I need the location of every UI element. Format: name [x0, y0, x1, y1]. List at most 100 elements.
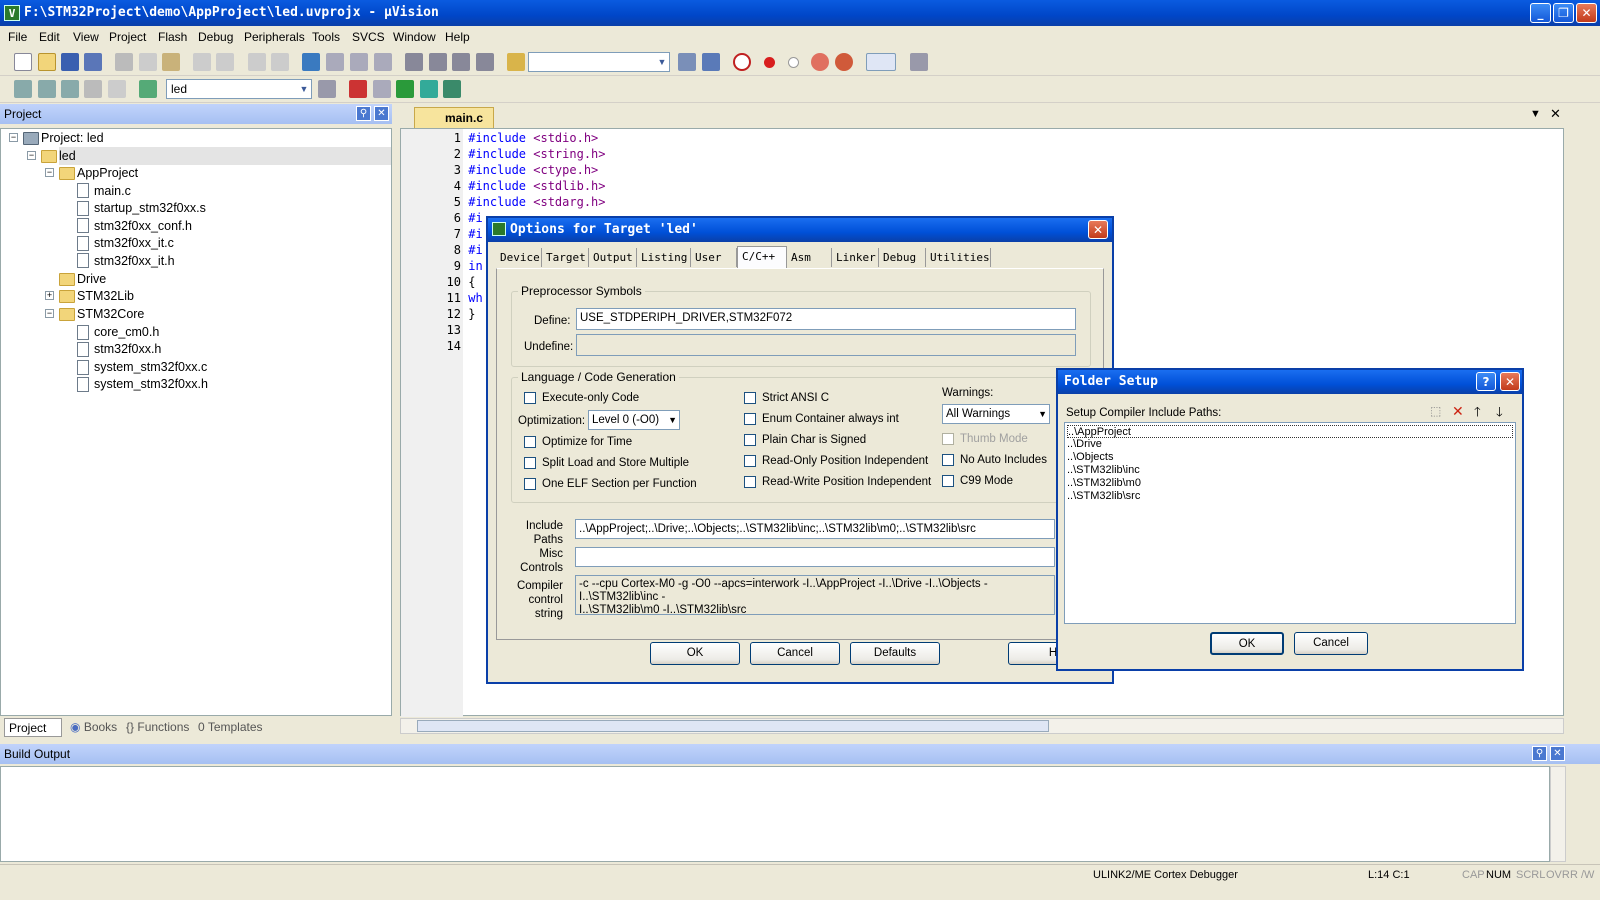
tree-root[interactable]: Project: led: [41, 129, 104, 147]
menu-svcs[interactable]: SVCS: [352, 30, 385, 44]
file-extensions-icon[interactable]: [373, 80, 391, 98]
configure-icon[interactable]: [910, 53, 928, 71]
define-field[interactable]: USE_STDPERIPH_DRIVER,STM32F072: [576, 308, 1076, 330]
misc-controls-field[interactable]: [575, 547, 1055, 567]
include-paths-field[interactable]: ..\AppProject;..\Drive;..\Objects;..\STM…: [575, 519, 1055, 539]
build-icon[interactable]: [38, 80, 56, 98]
path-item[interactable]: ..\Objects: [1067, 451, 1113, 464]
manage-components-icon[interactable]: [349, 80, 367, 98]
undo-icon[interactable]: [193, 53, 211, 71]
open-folder-icon[interactable]: [38, 53, 56, 71]
tree-file[interactable]: stm32f0xx_it.h: [94, 252, 175, 270]
optimize-time-checkbox[interactable]: [524, 436, 536, 448]
path-item[interactable]: ..\STM32lib\m0: [1067, 477, 1141, 490]
prev-bookmark-icon[interactable]: [326, 53, 344, 71]
cancel-button[interactable]: Cancel: [750, 642, 840, 665]
uncomment-icon[interactable]: [476, 53, 494, 71]
build-output[interactable]: [0, 766, 1550, 862]
maximize-button[interactable]: ❐: [1553, 3, 1574, 23]
tree-file[interactable]: system_stm32f0xx.c: [94, 358, 207, 376]
one-elf-checkbox[interactable]: [524, 478, 536, 490]
pin-icon[interactable]: ⚲: [1532, 746, 1547, 761]
kill-all-breakpoints-icon[interactable]: [835, 53, 853, 71]
path-item[interactable]: ..\Drive: [1067, 438, 1102, 451]
expand-icon[interactable]: +: [45, 291, 54, 300]
menu-flash[interactable]: Flash: [158, 30, 187, 44]
rebuild-icon[interactable]: [61, 80, 79, 98]
target-options-icon[interactable]: [318, 80, 336, 98]
disable-all-breakpoints-icon[interactable]: [811, 53, 829, 71]
tree-file[interactable]: stm32f0xx_conf.h: [94, 217, 192, 235]
breakpoint-icon[interactable]: [764, 57, 775, 68]
translate-icon[interactable]: [14, 80, 32, 98]
menu-file[interactable]: File: [8, 30, 27, 44]
next-bookmark-icon[interactable]: [350, 53, 368, 71]
include-paths-list[interactable]: ..\AppProject ..\Drive ..\Objects ..\STM…: [1064, 422, 1516, 624]
defaults-button[interactable]: Defaults: [850, 642, 940, 665]
menu-view[interactable]: View: [73, 30, 99, 44]
delete-icon[interactable]: ✕: [1452, 403, 1464, 420]
tree-target[interactable]: led: [59, 147, 391, 165]
tab-project[interactable]: Project: [4, 718, 62, 737]
search-combo[interactable]: ▼: [528, 52, 670, 72]
menu-window[interactable]: Window: [393, 30, 436, 44]
collapse-icon[interactable]: −: [9, 133, 18, 142]
copy-icon[interactable]: [139, 53, 157, 71]
download-icon[interactable]: [139, 80, 157, 98]
tab-device[interactable]: Device: [496, 248, 542, 267]
menu-project[interactable]: Project: [109, 30, 146, 44]
tab-linker[interactable]: Linker: [832, 248, 879, 267]
window-layout-icon[interactable]: [866, 53, 896, 71]
execute-only-checkbox[interactable]: [524, 392, 536, 404]
split-load-checkbox[interactable]: [524, 457, 536, 469]
tree-group-stm32core[interactable]: STM32Core: [77, 305, 144, 323]
tree-file[interactable]: core_cm0.h: [94, 323, 159, 341]
tab-listing[interactable]: Listing: [637, 248, 691, 267]
collapse-icon[interactable]: −: [27, 151, 36, 160]
tab-output[interactable]: Output: [589, 248, 637, 267]
menu-edit[interactable]: Edit: [39, 30, 60, 44]
options-close-button[interactable]: ✕: [1088, 220, 1108, 239]
no-auto-includes-checkbox[interactable]: [942, 454, 954, 466]
scroll-thumb[interactable]: [417, 720, 1049, 732]
tree-file[interactable]: startup_stm32f0xx.s: [94, 199, 206, 217]
select-packs-icon[interactable]: [396, 80, 414, 98]
nav-back-icon[interactable]: [248, 53, 266, 71]
menu-debug[interactable]: Debug: [198, 30, 233, 44]
optimization-select[interactable]: Level 0 (-O0) ▼: [588, 410, 680, 430]
tab-user[interactable]: User: [691, 248, 737, 267]
run-time-env-icon[interactable]: [443, 80, 461, 98]
stop-build-icon[interactable]: [108, 80, 126, 98]
ro-pos-checkbox[interactable]: [744, 455, 756, 467]
tab-main-c[interactable]: main.c: [414, 107, 494, 128]
incremental-find-icon[interactable]: [702, 53, 720, 71]
nav-forward-icon[interactable]: [271, 53, 289, 71]
comment-icon[interactable]: [452, 53, 470, 71]
folder-close-button[interactable]: ✕: [1500, 372, 1520, 391]
tab-list-icon[interactable]: ▼: [1530, 108, 1541, 120]
find-icon[interactable]: [678, 53, 696, 71]
debug-session-icon[interactable]: [733, 53, 751, 71]
collapse-icon[interactable]: −: [45, 309, 54, 318]
save-icon[interactable]: [61, 53, 79, 71]
warnings-select[interactable]: All Warnings ▼: [942, 404, 1050, 424]
tree-file[interactable]: stm32f0xx_it.c: [94, 234, 174, 252]
indent-icon[interactable]: [405, 53, 423, 71]
panel-close-icon[interactable]: ✕: [1550, 746, 1565, 761]
tree-group-stm32lib[interactable]: STM32Lib: [77, 287, 134, 305]
undefine-field[interactable]: [576, 334, 1076, 356]
new-folder-icon[interactable]: ⬚: [1430, 404, 1441, 418]
tab-debug[interactable]: Debug: [879, 248, 926, 267]
path-item[interactable]: ..\STM32lib\inc: [1067, 464, 1140, 477]
pack-installer-icon[interactable]: [420, 80, 438, 98]
rw-pos-checkbox[interactable]: [744, 476, 756, 488]
tree-file[interactable]: stm32f0xx.h: [94, 340, 161, 358]
tab-templates[interactable]: 0 Templates: [194, 718, 270, 737]
find-in-files-icon[interactable]: [507, 53, 525, 71]
enum-container-checkbox[interactable]: [744, 413, 756, 425]
tab-cpp[interactable]: C/C++: [737, 246, 787, 268]
tree-group-appproject[interactable]: AppProject: [77, 164, 138, 182]
tab-asm[interactable]: Asm: [787, 248, 832, 267]
menu-tools[interactable]: Tools: [312, 30, 340, 44]
target-combo[interactable]: led ▼: [166, 79, 312, 99]
